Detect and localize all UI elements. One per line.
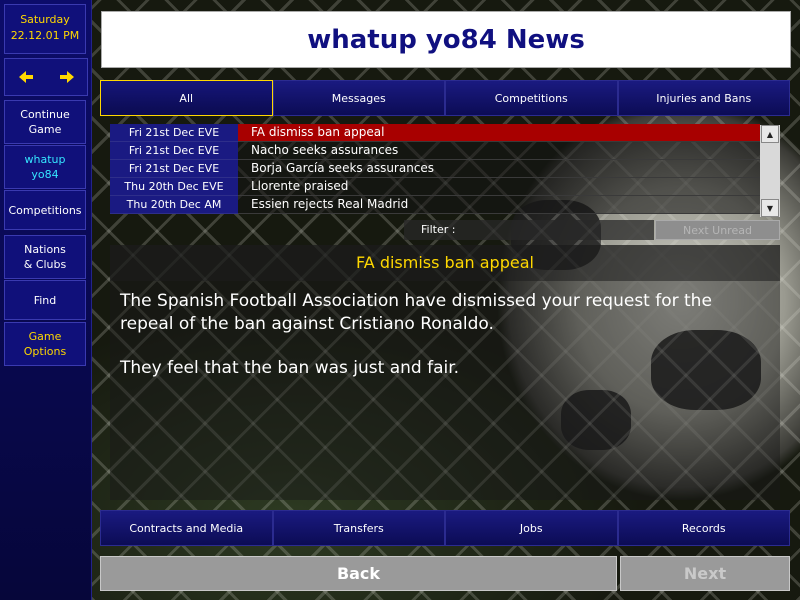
history-arrows <box>4 58 88 96</box>
news-row[interactable]: Fri 21st Dec EVE FA dismiss ban appeal <box>110 124 760 142</box>
news-row[interactable]: Fri 21st Dec EVE Nacho seeks assurances <box>110 142 760 160</box>
scroll-down-icon[interactable]: ▼ <box>761 199 779 217</box>
sidebar-item-find[interactable]: Find <box>4 280 86 320</box>
news-date: Thu 20th Dec EVE <box>110 178 238 196</box>
tab-contracts-media[interactable]: Contracts and Media <box>100 510 273 546</box>
article-body: The Spanish Football Association have di… <box>120 290 770 401</box>
sidebar-item-manager[interactable]: whatup yo84 <box>4 145 86 189</box>
news-headline: FA dismiss ban appeal <box>238 124 760 142</box>
sidebar-item-nations-clubs[interactable]: Nations & Clubs <box>4 235 86 279</box>
news-list: Fri 21st Dec EVE FA dismiss ban appeal F… <box>110 124 760 214</box>
date-display[interactable]: Saturday 22.12.01 PM <box>4 4 86 54</box>
news-date: Fri 21st Dec EVE <box>110 124 238 142</box>
game-options-label: Game Options <box>23 330 67 358</box>
news-row[interactable]: Thu 20th Dec EVE Llorente praised <box>110 178 760 196</box>
back-arrow-icon[interactable] <box>5 59 46 95</box>
news-tabs: All Messages Competitions Injuries and B… <box>100 80 790 116</box>
news-row[interactable]: Thu 20th Dec AM Essien rejects Real Madr… <box>110 196 760 214</box>
news-headline: Borja García seeks assurances <box>238 160 760 178</box>
news-scrollbar[interactable]: ▲ ▼ <box>760 125 780 217</box>
manager-label: whatup yo84 <box>24 153 66 181</box>
page-title: whatup yo84 News <box>101 11 791 68</box>
tab-transfers[interactable]: Transfers <box>272 510 445 546</box>
news-headline: Essien rejects Real Madrid <box>238 196 760 214</box>
sidebar: Saturday 22.12.01 PM Continue Game whatu… <box>0 0 92 600</box>
tab-messages[interactable]: Messages <box>272 80 445 116</box>
bottom-tabs: Contracts and Media Transfers Jobs Recor… <box>100 510 790 546</box>
tab-all[interactable]: All <box>100 80 273 116</box>
find-label: Find <box>33 293 57 307</box>
back-button[interactable]: Back <box>100 556 617 591</box>
news-row[interactable]: Fri 21st Dec EVE Borja García seeks assu… <box>110 160 760 178</box>
nations-clubs-label: Nations & Clubs <box>23 243 67 271</box>
article-panel: FA dismiss ban appeal The Spanish Footba… <box>110 245 780 500</box>
tab-competitions[interactable]: Competitions <box>445 80 618 116</box>
news-date: Thu 20th Dec AM <box>110 196 238 214</box>
sidebar-item-competitions[interactable]: Competitions <box>4 190 86 230</box>
tab-injuries-bans[interactable]: Injuries and Bans <box>617 80 790 116</box>
forward-arrow-icon[interactable] <box>46 59 87 95</box>
news-headline: Llorente praised <box>238 178 760 196</box>
news-date: Fri 21st Dec EVE <box>110 142 238 160</box>
article-title: FA dismiss ban appeal <box>110 245 780 281</box>
article-paragraph: They feel that the ban was just and fair… <box>120 358 460 378</box>
tab-jobs[interactable]: Jobs <box>445 510 618 546</box>
filter-label: Filter : <box>404 220 654 240</box>
date-day: Saturday <box>20 13 70 26</box>
article-paragraph: The Spanish Football Association have di… <box>120 291 712 334</box>
tab-records[interactable]: Records <box>617 510 790 546</box>
news-date: Fri 21st Dec EVE <box>110 160 238 178</box>
sidebar-item-game-options[interactable]: Game Options <box>4 322 86 366</box>
competitions-label: Competitions <box>8 203 82 217</box>
continue-game-button[interactable]: Continue Game <box>4 100 86 144</box>
next-unread-button[interactable]: Next Unread <box>655 220 780 240</box>
date-time: 22.12.01 PM <box>10 29 80 42</box>
next-button[interactable]: Next <box>620 556 790 591</box>
news-headline: Nacho seeks assurances <box>238 142 760 160</box>
continue-game-label: Continue Game <box>20 108 70 136</box>
scroll-up-icon[interactable]: ▲ <box>761 125 779 143</box>
